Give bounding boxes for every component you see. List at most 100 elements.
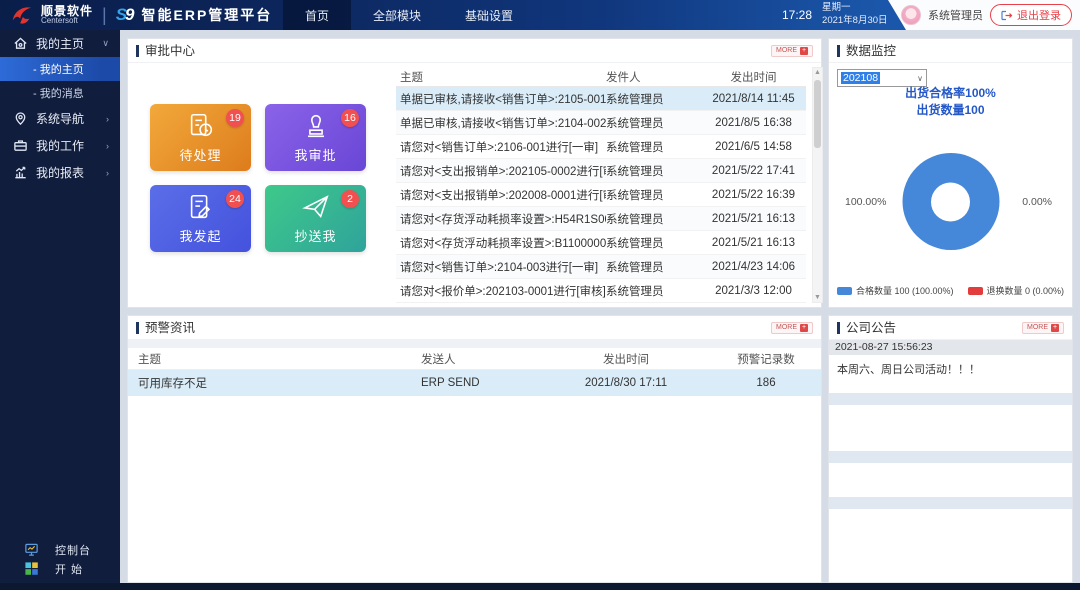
scroll-down-icon[interactable]: ▼	[813, 294, 822, 301]
sidebar: 我的主页 ∨ - 我的主页 - 我的消息 系统导航 › 我的工作 › 我的报表 …	[0, 30, 120, 590]
console-label: 控制台	[55, 542, 91, 558]
sidebar-item-label: 系统导航	[36, 110, 84, 127]
message-time: 2021/6/5 14:58	[701, 141, 806, 153]
tile-cc-to-me[interactable]: 2 抄送我	[265, 185, 366, 252]
sidebar-item-my-home[interactable]: 我的主页 ∨	[0, 30, 120, 57]
sidebar-item-my-work[interactable]: 我的工作 ›	[0, 132, 120, 159]
approval-tiles: 19 待处理 16 我审批 24 我发起	[150, 104, 366, 252]
sidebar-subitem-my-home[interactable]: - 我的主页	[0, 57, 120, 81]
sidebar-item-system-nav[interactable]: 系统导航 ›	[0, 105, 120, 132]
shipment-qty-text: 出货数量100	[829, 102, 1072, 119]
message-subject: 请您对<销售订单>:2106-001进行[一审]	[396, 139, 606, 155]
col-sent-time: 发出时间	[701, 69, 806, 85]
announcements-list: 2021-08-27 15:56:23本周六、周日公司活动！！！	[829, 340, 1072, 393]
chevron-right-icon: ›	[106, 114, 109, 124]
badge-count: 16	[341, 109, 359, 127]
alerts-panel: 预警资讯 MORE + 主题 发送人 发出时间 预警记录数 可用库存不足ERP …	[127, 315, 822, 583]
legend-swatch-blue	[837, 287, 852, 295]
col-sent-time: 发出时间	[541, 351, 711, 367]
scroll-up-icon[interactable]: ▲	[813, 69, 822, 76]
more-label: MORE	[776, 47, 797, 54]
approval-row[interactable]: 请您对<存货浮动耗损率设置>:B11000001进行[审核]系统管理员2021/…	[396, 231, 806, 255]
map-pin-icon	[13, 111, 28, 126]
logo-text: 顺景软件 Centersoft	[41, 5, 93, 25]
badge-count: 2	[341, 190, 359, 208]
paper-plane-icon	[301, 192, 331, 227]
logout-button[interactable]: 退出登录	[990, 4, 1072, 26]
tile-label: 我发起	[150, 226, 251, 245]
chevron-down-icon: ∨	[917, 74, 923, 83]
tile-initiated-by-me[interactable]: 24 我发起	[150, 185, 251, 252]
date: 2021年8月30日	[822, 15, 887, 28]
approval-table-body: 单据已审核,请接收<销售订单>:2105-001系统管理员2021/8/14 1…	[396, 87, 806, 303]
approval-row[interactable]: 单据已审核,请接收<销售订单>:2104-002系统管理员2021/8/5 16…	[396, 111, 806, 135]
approval-center-panel: 审批中心 MORE + 19 待处理 16 我审	[127, 38, 822, 308]
tile-pending[interactable]: 19 待处理	[150, 104, 251, 171]
approval-row[interactable]: 请您对<销售订单>:2106-001进行[一审]系统管理员2021/6/5 14…	[396, 135, 806, 159]
approval-row[interactable]: 请您对<存货浮动耗损率设置>:H54R1S006002进行[审核]系统管理员20…	[396, 207, 806, 231]
message-sender: 系统管理员	[606, 139, 701, 155]
message-subject: 请您对<支出报销单>:202008-0001进行[审核]	[396, 187, 606, 203]
nav-tab-home[interactable]: 首页	[283, 0, 351, 30]
top-bar: 顺景软件 Centersoft | S9 智能ERP管理平台 首页 全部模块 基…	[0, 0, 1080, 30]
message-sender: 系统管理员	[606, 91, 701, 107]
weekday: 星期一	[822, 2, 887, 15]
avatar[interactable]	[901, 5, 921, 25]
empty-announcement-slot	[829, 405, 1072, 451]
legend-label: 退换数量 0 (0.00%)	[987, 284, 1065, 297]
message-sender: 系统管理员	[606, 187, 701, 203]
approval-row[interactable]: 单据已审核,请接收<销售订单>:2105-001系统管理员2021/8/14 1…	[396, 87, 806, 111]
chart-legend: 合格数量 100 (100.00%) 退换数量 0 (0.00%)	[829, 284, 1072, 297]
username: 系统管理员	[928, 7, 983, 23]
donut-left-label: 100.00%	[845, 196, 886, 208]
sidebar-item-label: 我的工作	[36, 137, 84, 154]
badge-count: 24	[226, 190, 244, 208]
message-list-scrollbar[interactable]: ▲ ▼	[812, 67, 823, 303]
announcement-text[interactable]: 本周六、周日公司活动！！！	[829, 355, 1072, 393]
sidebar-footer: 控制台 开 始	[0, 540, 120, 578]
empty-announcement-divider	[829, 451, 1072, 463]
sidebar-item-label: 我的报表	[36, 164, 84, 181]
more-label: MORE	[776, 324, 797, 331]
logout-icon	[1001, 10, 1013, 21]
briefcase-icon	[13, 138, 28, 153]
more-icon: +	[800, 47, 808, 55]
approval-message-table: 主题 发件人 发出时间 单据已审核,请接收<销售订单>:2105-001系统管理…	[396, 67, 806, 303]
announcements-more-button[interactable]: MORE +	[1022, 322, 1064, 334]
nav-tab-all-modules[interactable]: 全部模块	[351, 0, 443, 30]
alerts-table-body: 可用库存不足ERP SEND2021/8/30 17:11186	[128, 370, 821, 396]
approval-row[interactable]: 请您对<支出报销单>:202105-0002进行[审核]系统管理员2021/5/…	[396, 159, 806, 183]
scrollbar-thumb[interactable]	[814, 80, 821, 148]
alert-count: 186	[711, 377, 821, 389]
message-time: 2021/5/21 16:13	[701, 237, 806, 249]
alerts-more-button[interactable]: MORE +	[771, 322, 813, 334]
sidebar-subitem-my-messages[interactable]: - 我的消息	[0, 81, 120, 105]
clock: 17:28	[782, 8, 812, 22]
approval-table-header: 主题 发件人 发出时间	[396, 67, 806, 87]
approval-panel-header: 审批中心 MORE +	[128, 39, 821, 63]
approval-more-button[interactable]: MORE +	[771, 45, 813, 57]
chevron-down-icon: ∨	[102, 38, 109, 49]
console-button[interactable]: 控制台	[0, 540, 120, 559]
nav-tab-basic-settings[interactable]: 基础设置	[443, 0, 535, 30]
message-subject: 单据已审核,请接收<销售订单>:2105-001	[396, 91, 606, 107]
legend-label: 合格数量 100 (100.00%)	[856, 284, 954, 297]
s9-logo: S9	[116, 5, 135, 25]
col-subject: 主题	[128, 351, 421, 367]
sidebar-item-my-reports[interactable]: 我的报表 ›	[0, 159, 120, 186]
tile-label: 我审批	[265, 145, 366, 164]
tile-my-approvals[interactable]: 16 我审批	[265, 104, 366, 171]
message-subject: 请您对<销售订单>:2104-003进行[一审]	[396, 259, 606, 275]
logo-divider: |	[102, 5, 107, 26]
alert-row[interactable]: 可用库存不足ERP SEND2021/8/30 17:11186	[128, 370, 821, 396]
start-button[interactable]: 开 始	[0, 559, 120, 578]
main-nav: 首页 全部模块 基础设置	[283, 0, 535, 30]
approval-row[interactable]: 请您对<报价单>:202103-0001进行[审核]系统管理员2021/3/3 …	[396, 279, 806, 303]
message-sender: 系统管理员	[606, 211, 701, 227]
monitor-panel-header: 数据监控	[829, 39, 1072, 63]
bottom-strip	[0, 583, 1080, 590]
approval-row[interactable]: 请您对<销售订单>:2104-003进行[一审]系统管理员2021/4/23 1…	[396, 255, 806, 279]
data-monitor-panel: 数据监控 202108 ∨ 出货合格率100% 出货数量100 100.00% …	[828, 38, 1073, 308]
approval-row[interactable]: 请您对<支出报销单>:202008-0001进行[审核]系统管理员2021/5/…	[396, 183, 806, 207]
console-monitor-icon	[24, 542, 39, 557]
